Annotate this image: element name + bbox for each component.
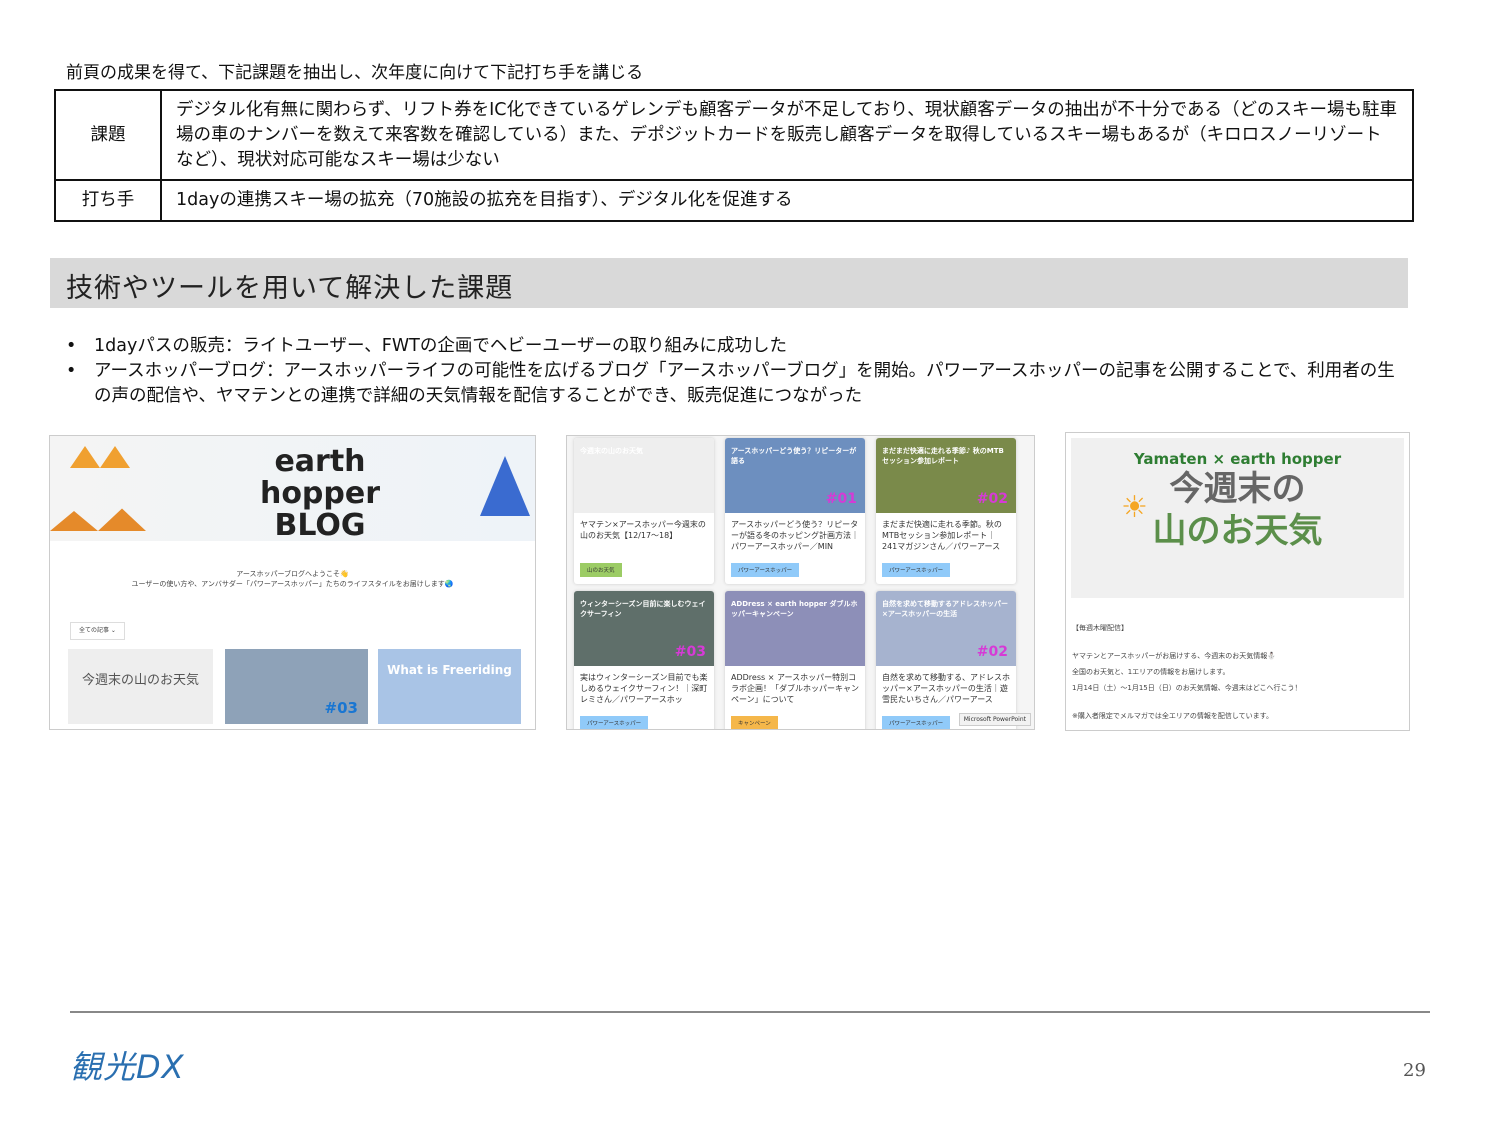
thumb[interactable]: What is Freeriding	[378, 649, 521, 724]
sun-icon: ☀	[1121, 490, 1148, 525]
thumb[interactable]: 今週末の山のお天気	[68, 649, 213, 724]
article-thumbnail: アースホッパーどう使う？リピーターが語る #01	[725, 438, 865, 513]
post-line: ヤマテンとアースホッパーがお届けする、今週末のお天気情報⛄	[1072, 652, 1276, 660]
category-tag[interactable]: 山のお天気	[580, 563, 622, 577]
blog-top-screenshot: earth hopper BLOG アースホッパーブログへようこそ👋 ユーザーの…	[49, 435, 536, 730]
tooltip: Microsoft PowerPoint	[958, 713, 1031, 726]
intro-text: 前頁の成果を得て、下記課題を抽出し、次年度に向けて下記打ち手を講じる	[66, 63, 644, 83]
thumbnail-caption: まだまだ快適に走れる季節♪ 秋のMTBセッション参加レポート	[882, 447, 1004, 465]
row-label: 課題	[54, 89, 162, 181]
episode-number: #02	[976, 491, 1008, 507]
article-title: 自然を求めて移動する、アドレスホッパー×アースホッパーの生活｜遊雪民たいちさん／…	[882, 673, 1010, 704]
article-thumbnail: 自然を求めて移動するアドレスホッパー×アースホッパーの生活 #02	[876, 591, 1016, 666]
thumbnail-caption: 今週末の山のお天気	[580, 447, 643, 455]
bullet-item: アースホッパーブログ：アースホッパーライフの可能性を広げるブログ「アースホッパー…	[66, 359, 1406, 409]
weather-post-screenshot: Yamaten × earth hopper 今週末の 山のお天気 ☀ 【毎週木…	[1065, 432, 1410, 731]
blog-logo: earth hopper BLOG	[259, 444, 381, 543]
section-title: 技術やツールを用いて解決した課題	[50, 258, 1408, 308]
category-tag[interactable]: パワーアースホッパー	[882, 716, 951, 729]
bullet-list: 1dayパスの販売：ライトユーザー、FWTの企画でヘビーユーザーの取り組みに成功…	[66, 334, 1406, 409]
row-label: 打ち手	[54, 179, 162, 222]
row-text: デジタル化有無に関わらず、リフト券をIC化できているゲレンデも顧客データが不足し…	[160, 89, 1414, 181]
footer-divider	[70, 1011, 1430, 1013]
article-title: 実はウィンターシーズン目前でも楽しめるウェイクサーフィン！｜深町レミさん／パワー…	[580, 673, 708, 704]
welcome-sub: ユーザーの使い方や、アンバサダー「パワーアースホッパー」たちのライフスタイルをお…	[131, 580, 454, 588]
article-thumbnail: まだまだ快適に走れる季節♪ 秋のMTBセッション参加レポート #02	[876, 438, 1016, 513]
article-thumbnail: 今週末の山のお天気	[574, 438, 714, 513]
article-title: ヤマテン×アースホッパー今週末の山のお天気【12/17〜18】	[580, 520, 706, 540]
blog-list-screenshot: 今週末の山のお天気 ヤマテン×アースホッパー今週末の山のお天気【12/17〜18…	[566, 435, 1035, 730]
welcome-text: アースホッパーブログへようこそ👋	[236, 570, 349, 578]
thumbnail-caption: ADDress × earth hopper ダブルホッパーキャンペーン	[731, 600, 858, 618]
article-card[interactable]: まだまだ快適に走れる季節♪ 秋のMTBセッション参加レポート #02 まだまだ快適…	[876, 438, 1016, 584]
table-row: 打ち手 1dayの連携スキー場の拡充（70施設の拡充を目指す）、デジタル化を促進す…	[54, 179, 1414, 222]
page-number: 29	[1403, 1060, 1426, 1081]
thumbnail-caption: 自然を求めて移動するアドレスホッパー×アースホッパーの生活	[882, 600, 1008, 618]
category-tag[interactable]: パワーアースホッパー	[882, 563, 951, 577]
episode-number: #02	[976, 644, 1008, 660]
thumbnail-caption: ウィンターシーズン目前に楽しむウェイクサーフィン	[580, 600, 706, 618]
issue-table: 課題 デジタル化有無に関わらず、リフト券をIC化できているゲレンデも顧客データが不…	[54, 89, 1414, 222]
article-thumbnail: ウィンターシーズン目前に楽しむウェイクサーフィン #03	[574, 591, 714, 666]
thumbnail-caption: アースホッパーどう使う？リピーターが語る	[731, 447, 857, 465]
category-tag[interactable]: キャンペーン	[731, 716, 778, 729]
row-text: 1dayの連携スキー場の拡充（70施設の拡充を目指す）、デジタル化を促進する	[160, 179, 1414, 222]
article-card[interactable]: 今週末の山のお天気 ヤマテン×アースホッパー今週末の山のお天気【12/17〜18…	[574, 438, 714, 584]
post-line: ※購入者限定でメルマガでは全エリアの情報を配信しています。	[1072, 712, 1273, 720]
article-card[interactable]: ウィンターシーズン目前に楽しむウェイクサーフィン #03 実はウィンターシーズン目…	[574, 591, 714, 729]
filter-dropdown[interactable]: 全ての記事 ⌄	[70, 622, 125, 640]
post-line: 全国のお天気と、1エリアの情報をお届けします。	[1072, 668, 1230, 676]
episode-number: #01	[825, 491, 857, 507]
article-card[interactable]: ADDress × earth hopper ダブルホッパーキャンペーン ADD…	[725, 591, 865, 729]
kanko-dx-logo: 観光DX	[70, 1048, 185, 1086]
article-title: ADDress × アースホッパー特別コラボ企画！「ダブルホッパーキャンペーン」…	[731, 673, 859, 704]
episode-number: #03	[674, 644, 706, 660]
thumb[interactable]: #03	[225, 649, 368, 724]
article-title: まだまだ快適に走れる季節。秋のMTBセッション参加レポート｜241マガジンさん／…	[882, 520, 1002, 551]
table-row: 課題 デジタル化有無に関わらず、リフト券をIC化できているゲレンデも顧客データが不…	[54, 89, 1414, 181]
category-tag[interactable]: パワーアースホッパー	[731, 563, 800, 577]
category-tag[interactable]: パワーアースホッパー	[580, 716, 649, 729]
post-line: 【毎週木曜配信】	[1072, 624, 1128, 632]
article-thumbnail: ADDress × earth hopper ダブルホッパーキャンペーン	[725, 591, 865, 666]
article-card[interactable]: 自然を求めて移動するアドレスホッパー×アースホッパーの生活 #02 自然を求めて移…	[876, 591, 1016, 729]
bullet-item: 1dayパスの販売：ライトユーザー、FWTの企画でヘビーユーザーの取り組みに成功…	[66, 334, 1406, 359]
article-title: アースホッパーどう使う？リピーターが語る冬のホッピング計画方法｜パワーアースホッ…	[731, 520, 859, 551]
blog-header-image: earth hopper BLOG	[50, 436, 535, 543]
article-card[interactable]: アースホッパーどう使う？リピーターが語る #01 アースホッパーどう使う？リピータ…	[725, 438, 865, 584]
partner-logo: Yamaten × earth hopper	[1133, 450, 1342, 468]
post-line: 1月14日（土）〜1月15日（日）のお天気情報、今週末はどこへ行こう！	[1072, 684, 1302, 692]
filter-label: 全ての記事	[79, 627, 110, 634]
weather-banner: Yamaten × earth hopper 今週末の 山のお天気 ☀	[1071, 438, 1404, 598]
